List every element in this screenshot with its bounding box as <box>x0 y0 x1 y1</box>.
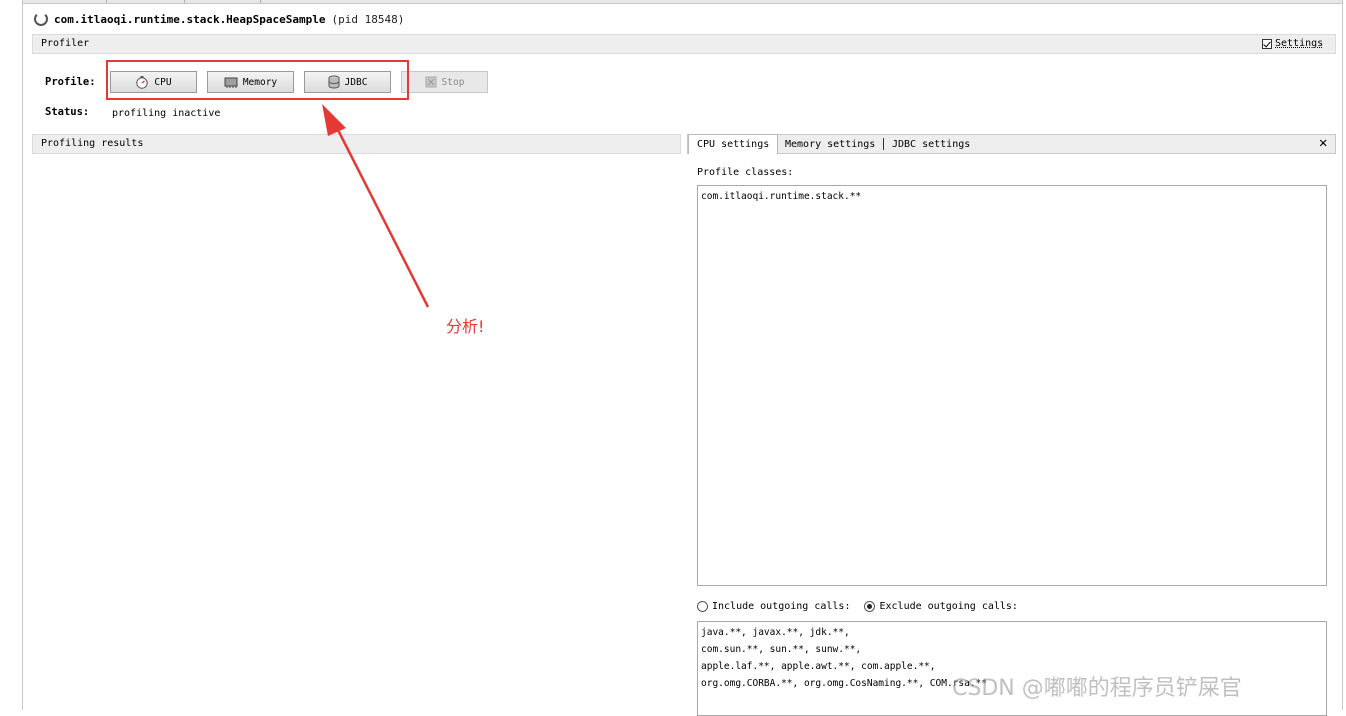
watermark: CSDN @嘟嘟的程序员铲屎官 <box>952 676 1242 701</box>
annotation-arrow-icon <box>322 104 430 308</box>
annotation-text: 分析! <box>446 317 485 336</box>
